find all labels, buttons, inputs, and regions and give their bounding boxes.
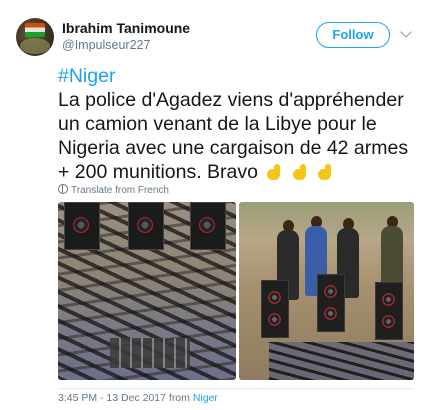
- translate-label: Translate from French: [71, 185, 169, 196]
- speaker-shape: [317, 274, 345, 332]
- weapons-shape: [269, 342, 414, 380]
- speaker-shape: [261, 280, 289, 338]
- emoji-group: [263, 163, 334, 187]
- speaker-shape: [128, 202, 164, 250]
- flexed-biceps-icon: [291, 163, 309, 181]
- flexed-biceps-icon: [316, 163, 334, 181]
- tweet-photo-weapons[interactable]: [58, 202, 236, 380]
- tweet-timestamp[interactable]: 3:45 PM - 13 Dec 2017 from Niger: [58, 392, 218, 404]
- timestamp-text: 3:45 PM - 13 Dec 2017 from: [58, 392, 190, 404]
- source-link[interactable]: Niger: [193, 392, 218, 404]
- divider: [58, 388, 414, 389]
- tweet-photo-officers[interactable]: [239, 202, 414, 380]
- avatar[interactable]: [16, 18, 54, 56]
- flexed-biceps-icon: [265, 163, 283, 181]
- speaker-shape: [375, 282, 403, 340]
- globe-icon: [58, 184, 68, 194]
- chevron-down-icon[interactable]: [400, 26, 412, 38]
- tweet-body: La police d'Agadez viens d'appréhender u…: [58, 89, 409, 183]
- avatar-flag: [25, 23, 45, 37]
- translate-link[interactable]: Translate from French: [58, 184, 169, 196]
- speaker-shape: [64, 202, 100, 250]
- tweet-text: #Niger La police d'Agadez viens d'appréh…: [58, 64, 414, 187]
- author-handle[interactable]: @Impulseur227: [62, 38, 150, 52]
- follow-button[interactable]: Follow: [316, 22, 390, 48]
- avatar-image-detail: [20, 38, 50, 54]
- magazines-shape: [110, 338, 190, 368]
- author-name[interactable]: Ibrahim Tanimoune: [62, 20, 190, 36]
- hashtag-link[interactable]: #Niger: [58, 64, 414, 88]
- speaker-shape: [190, 202, 226, 250]
